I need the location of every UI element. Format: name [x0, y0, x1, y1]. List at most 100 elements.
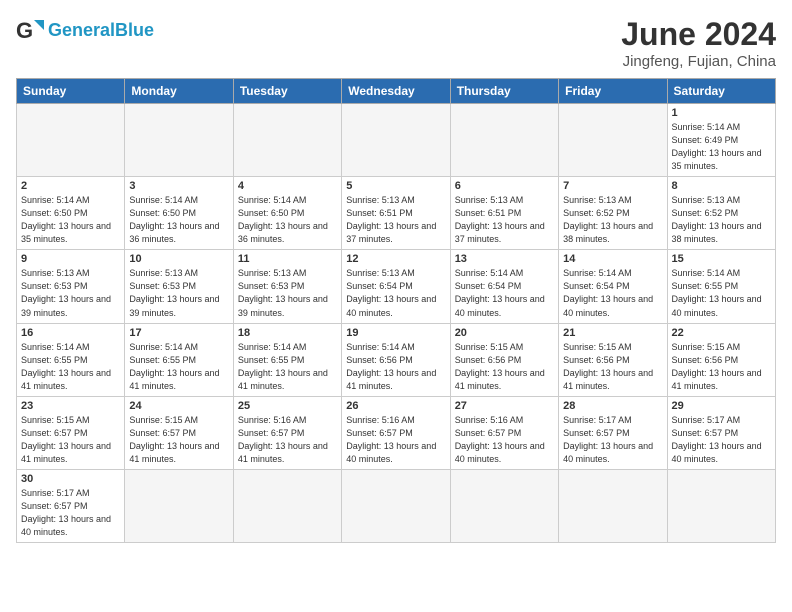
day-number: 6: [455, 180, 554, 192]
calendar: SundayMondayTuesdayWednesdayThursdayFrid…: [16, 78, 776, 543]
day-number: 2: [21, 180, 120, 192]
sunrise-label: Sunrise: 5:13 AM: [346, 268, 415, 278]
sunrise-label: Sunrise: 5:16 AM: [346, 415, 415, 425]
sunset-label: Sunset: 6:53 PM: [21, 281, 88, 291]
calendar-cell: 13Sunrise: 5:14 AMSunset: 6:54 PMDayligh…: [450, 250, 558, 323]
sunrise-label: Sunrise: 5:14 AM: [672, 122, 741, 132]
sunrise-label: Sunrise: 5:13 AM: [672, 195, 741, 205]
weekday-header-saturday: Saturday: [667, 79, 775, 104]
sunset-label: Sunset: 6:54 PM: [346, 281, 413, 291]
day-info: Sunrise: 5:13 AM Sunset: 6:54 PM Daylight:…: [346, 267, 445, 319]
day-info: Sunrise: 5:13 AMSunset: 6:53 PMDaylight:…: [129, 267, 228, 319]
sunset-label: Sunset: 6:56 PM: [672, 355, 739, 365]
sunrise-label: Sunrise: 5:14 AM: [672, 268, 741, 278]
day-number: 1: [672, 107, 771, 119]
sunrise-label: Sunrise: 5:15 AM: [21, 415, 90, 425]
daylight-label: Daylight: 13 hours and 39 minutes.: [129, 294, 219, 317]
daylight-label: Daylight: 13 hours and 36 minutes.: [238, 221, 328, 244]
calendar-cell: 29Sunrise: 5:17 AMSunset: 6:57 PMDayligh…: [667, 396, 775, 469]
sunset-label: Sunset: 6:57 PM: [129, 428, 196, 438]
weekday-header-sunday: Sunday: [17, 79, 125, 104]
calendar-row-2: 9Sunrise: 5:13 AMSunset: 6:53 PMDaylight…: [17, 250, 776, 323]
day-number: 19: [346, 327, 445, 339]
month-title: June 2024: [621, 16, 776, 53]
calendar-cell: 25Sunrise: 5:16 AMSunset: 6:57 PMDayligh…: [233, 396, 341, 469]
day-number: 14: [563, 253, 662, 265]
day-info: Sunrise: 5:13 AMSunset: 6:51 PMDaylight:…: [455, 194, 554, 246]
daylight-label: Daylight: 13 hours and 37 minutes.: [346, 221, 436, 244]
calendar-cell: 18Sunrise: 5:14 AMSunset: 6:55 PMDayligh…: [233, 323, 341, 396]
calendar-cell: 1Sunrise: 5:14 AMSunset: 6:49 PMDaylight…: [667, 104, 775, 177]
day-number: 5: [346, 180, 445, 192]
weekday-header-tuesday: Tuesday: [233, 79, 341, 104]
day-number: 21: [563, 327, 662, 339]
day-info: Sunrise: 5:17 AMSunset: 6:57 PMDaylight:…: [563, 414, 662, 466]
sunset-label: Sunset: 6:49 PM: [672, 135, 739, 145]
location: Jingfeng, Fujian, China: [621, 53, 776, 70]
day-number: 20: [455, 327, 554, 339]
logo-general: General: [48, 20, 115, 40]
logo-icon: G: [16, 16, 44, 44]
day-number: 18: [238, 327, 337, 339]
sunset-label: Sunset: 6:57 PM: [455, 428, 522, 438]
daylight-label: Daylight: 13 hours and 38 minutes.: [563, 221, 653, 244]
day-number: 27: [455, 400, 554, 412]
calendar-row-5: 30Sunrise: 5:17 AMSunset: 6:57 PMDayligh…: [17, 469, 776, 542]
sunrise-label: Sunrise: 5:14 AM: [21, 342, 90, 352]
sunset-label: Sunset: 6:50 PM: [21, 208, 88, 218]
page-header: G GeneralBlue June 2024 Jingfeng, Fujian…: [16, 16, 776, 70]
calendar-row-0: 1Sunrise: 5:14 AMSunset: 6:49 PMDaylight…: [17, 104, 776, 177]
day-info: Sunrise: 5:15 AMSunset: 6:56 PMDaylight:…: [672, 341, 771, 393]
day-number: 11: [238, 253, 337, 265]
sunset-label: Sunset: 6:51 PM: [346, 208, 413, 218]
sunset-label: Sunset: 6:54 PM: [455, 281, 522, 291]
sunset-label: Sunset: 6:57 PM: [21, 501, 88, 511]
day-number: 26: [346, 400, 445, 412]
day-info: Sunrise: 5:14 AMSunset: 6:50 PMDaylight:…: [238, 194, 337, 246]
day-info: Sunrise: 5:17 AMSunset: 6:57 PMDaylight:…: [21, 487, 120, 539]
daylight-label: Daylight: 13 hours and 40 minutes.: [672, 441, 762, 464]
daylight-label: Daylight: 13 hours and 41 minutes.: [129, 368, 219, 391]
daylight-label: Daylight: 13 hours and 40 minutes.: [563, 294, 653, 317]
calendar-cell: 17Sunrise: 5:14 AMSunset: 6:55 PMDayligh…: [125, 323, 233, 396]
calendar-cell: [233, 104, 341, 177]
calendar-cell: [450, 104, 558, 177]
daylight-label: Daylight: 13 hours and 40 minutes.: [346, 294, 436, 317]
day-info: Sunrise: 5:13 AMSunset: 6:52 PMDaylight:…: [563, 194, 662, 246]
daylight-label: Daylight: 13 hours and 41 minutes.: [238, 441, 328, 464]
sunrise-label: Sunrise: 5:13 AM: [21, 268, 90, 278]
daylight-label: Daylight: 13 hours and 40 minutes.: [455, 441, 545, 464]
calendar-cell: 2Sunrise: 5:14 AMSunset: 6:50 PMDaylight…: [17, 177, 125, 250]
day-info: Sunrise: 5:13 AMSunset: 6:53 PMDaylight:…: [238, 267, 337, 319]
title-block: June 2024 Jingfeng, Fujian, China: [621, 16, 776, 70]
sunrise-label: Sunrise: 5:15 AM: [129, 415, 198, 425]
daylight-label: Daylight: 13 hours and 36 minutes.: [129, 221, 219, 244]
calendar-cell: 26Sunrise: 5:16 AMSunset: 6:57 PMDayligh…: [342, 396, 450, 469]
day-info: Sunrise: 5:14 AMSunset: 6:56 PMDaylight:…: [346, 341, 445, 393]
sunrise-label: Sunrise: 5:15 AM: [672, 342, 741, 352]
daylight-label: Daylight: 13 hours and 40 minutes.: [21, 514, 111, 537]
day-info: Sunrise: 5:16 AMSunset: 6:57 PMDaylight:…: [455, 414, 554, 466]
calendar-cell: 14Sunrise: 5:14 AMSunset: 6:54 PMDayligh…: [559, 250, 667, 323]
sunset-label: Sunset: 6:54 PM: [563, 281, 630, 291]
sunset-label: Sunset: 6:57 PM: [21, 428, 88, 438]
weekday-header-wednesday: Wednesday: [342, 79, 450, 104]
day-number: 15: [672, 253, 771, 265]
sunrise-label: Sunrise: 5:14 AM: [346, 342, 415, 352]
calendar-cell: 20 Sunrise: 5:15 AMSunset: 6:56 PMDayligh…: [450, 323, 558, 396]
sunrise-label: Sunrise: 5:14 AM: [455, 268, 524, 278]
day-number: 29: [672, 400, 771, 412]
day-number: 12: [346, 253, 445, 265]
calendar-cell: 24Sunrise: 5:15 AMSunset: 6:57 PMDayligh…: [125, 396, 233, 469]
sunrise-label: Sunrise: 5:16 AM: [238, 415, 307, 425]
sunrise-label: Sunrise: 5:13 AM: [346, 195, 415, 205]
calendar-cell: 23Sunrise: 5:15 AMSunset: 6:57 PMDayligh…: [17, 396, 125, 469]
day-info: Sunrise: 5:15 AMSunset: 6:56 PMDaylight:…: [563, 341, 662, 393]
calendar-cell: [17, 104, 125, 177]
day-info: Sunrise: 5:15 AMSunset: 6:56 PMDaylight:…: [455, 341, 554, 393]
day-info: Sunrise: 5:14 AMSunset: 6:54 PMDaylight:…: [455, 267, 554, 319]
calendar-cell: [233, 469, 341, 542]
day-info: Sunrise: 5:13 AM Sunset: 6:51 PM Daylight:…: [346, 194, 445, 246]
sunset-label: Sunset: 6:55 PM: [672, 281, 739, 291]
calendar-cell: [342, 469, 450, 542]
